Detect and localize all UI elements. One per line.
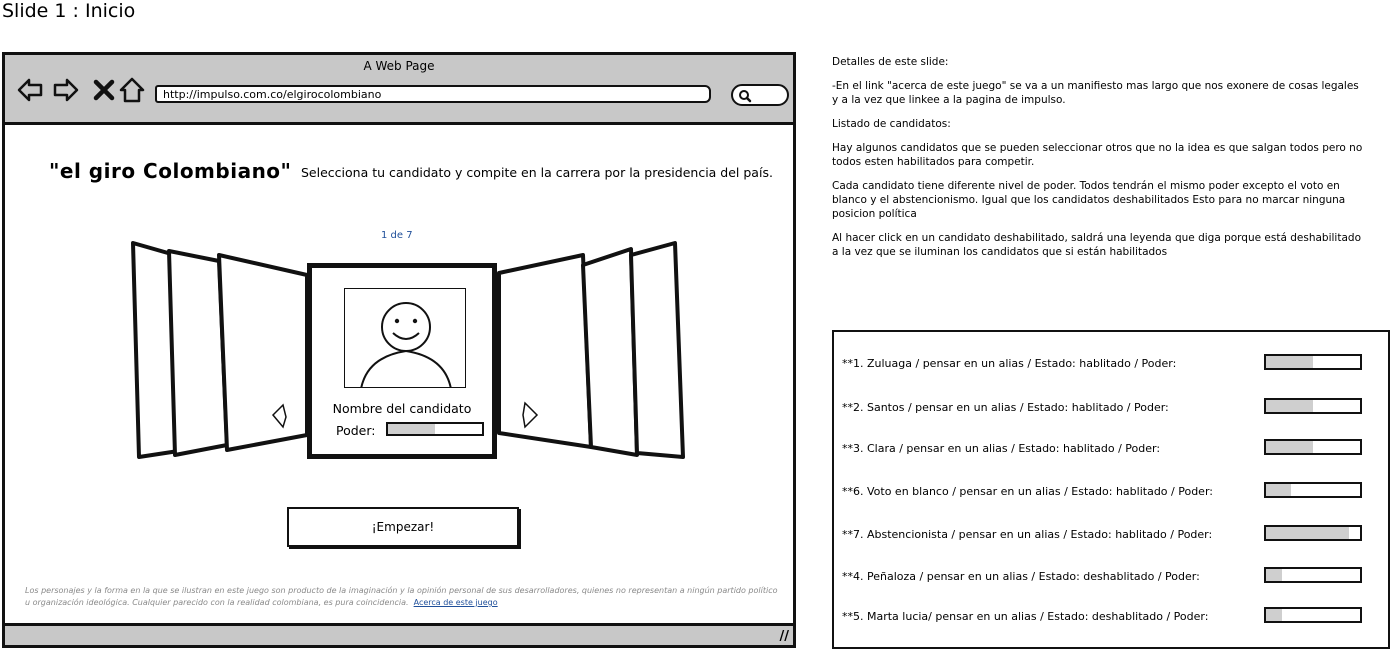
search-box[interactable]	[731, 84, 789, 106]
candidate-row-label: **6. Voto en blanco / pensar en un alias…	[842, 485, 1213, 498]
back-arrow-icon[interactable]	[17, 77, 43, 103]
candidate-poder-fill	[1266, 356, 1313, 368]
notes-heading: Detalles de este slide:	[832, 56, 949, 68]
candidate-poder-fill	[1266, 527, 1349, 539]
home-icon[interactable]	[119, 77, 145, 103]
candidate-poder-fill	[1266, 441, 1313, 453]
candidate-poder-bar	[1264, 354, 1362, 370]
url-input[interactable]: http://impulso.com.co/elgirocolombiano	[155, 85, 711, 103]
candidate-poder-bar	[1264, 525, 1362, 541]
browser-window: A Web Page http://impulso.com.co/elgiroc…	[2, 52, 796, 648]
candidate-row[interactable]: **3. Clara / pensar en un alias / Estado…	[842, 439, 1382, 459]
stop-icon[interactable]	[91, 77, 117, 103]
forward-arrow-icon[interactable]	[53, 77, 79, 103]
poder-bar	[386, 422, 484, 436]
notes-paragraph: Cada candidato tiene diferente nivel de …	[832, 180, 1346, 220]
smiley-person-icon	[360, 302, 452, 387]
carousel-card-right-2	[581, 247, 639, 457]
browser-statusbar: //	[5, 623, 793, 645]
candidate-row-label: **3. Clara / pensar en un alias / Estado…	[842, 442, 1161, 455]
candidate-row-label: **2. Santos / pensar en un alias / Estad…	[842, 401, 1169, 414]
carousel-card-right-1	[497, 253, 593, 449]
about-game-link[interactable]: Acerca de este juego	[414, 598, 498, 607]
candidate-row[interactable]: **7. Abstencionista / pensar en un alias…	[842, 525, 1382, 545]
candidate-row[interactable]: **1. Zuluaga / pensar en un alias / Esta…	[842, 354, 1382, 374]
candidate-poder-fill	[1266, 609, 1282, 621]
candidate-avatar	[344, 288, 466, 388]
candidate-poder-bar	[1264, 567, 1362, 583]
slide-notes: Detalles de este slide: -En el link "ace…	[832, 55, 1367, 269]
candidate-row-label: **7. Abstencionista / pensar en un alias…	[842, 528, 1213, 541]
game-title: "el giro Colombiano"	[49, 159, 292, 183]
selected-candidate-card[interactable]: Nombre del candidato Poder:	[307, 263, 497, 459]
candidate-poder-bar	[1264, 482, 1362, 498]
resize-grip-icon[interactable]: //	[780, 629, 790, 644]
candidate-name: Nombre del candidato	[332, 401, 472, 416]
poder-bar-fill	[388, 424, 435, 434]
candidate-row[interactable]: **2. Santos / pensar en un alias / Estad…	[842, 398, 1382, 418]
carousel-next-button[interactable]	[519, 345, 545, 375]
notes-paragraph: Al hacer click en un candidato deshabili…	[832, 232, 1361, 258]
candidate-list-panel: **1. Zuluaga / pensar en un alias / Esta…	[832, 330, 1390, 649]
candidate-poder-bar	[1264, 607, 1362, 623]
candidate-poder-fill	[1266, 400, 1313, 412]
notes-paragraph: Hay algunos candidatos que se pueden sel…	[832, 142, 1363, 168]
page-subtitle: Selecciona tu candidato y compite en la …	[301, 165, 773, 180]
candidate-poder-bar	[1264, 398, 1362, 414]
candidate-poder-bar	[1264, 439, 1362, 455]
notes-paragraph: -En el link "acerca de este juego" se va…	[832, 80, 1359, 106]
browser-titlebar: A Web Page http://impulso.com.co/elgiroc…	[5, 55, 793, 125]
candidate-row-label: **1. Zuluaga / pensar en un alias / Esta…	[842, 357, 1177, 370]
slide-title: Slide 1 : Inicio	[2, 0, 136, 22]
candidate-poder-fill	[1266, 484, 1292, 496]
carousel-prev-button[interactable]	[263, 345, 289, 375]
disclaimer: Los personajes y la forma en la que se i…	[25, 585, 785, 609]
candidate-row-label: **5. Marta lucia/ pensar en un alias / E…	[842, 610, 1209, 623]
start-button[interactable]: ¡Empezar!	[287, 507, 519, 547]
poder-label: Poder:	[336, 423, 376, 438]
notes-paragraph: Listado de candidatos:	[832, 118, 951, 130]
search-icon	[739, 90, 752, 103]
candidate-poder-fill	[1266, 569, 1282, 581]
candidate-row[interactable]: **4. Peñaloza / pensar en un alias / Est…	[842, 567, 1382, 587]
candidate-row[interactable]: **5. Marta lucia/ pensar en un alias / E…	[842, 607, 1382, 627]
disclaimer-text: Los personajes y la forma en la que se i…	[25, 586, 778, 607]
carousel-card-right-3	[629, 241, 685, 459]
candidate-row-label: **4. Peñaloza / pensar en un alias / Est…	[842, 570, 1200, 583]
candidate-row[interactable]: **6. Voto en blanco / pensar en un alias…	[842, 482, 1382, 502]
window-title: A Web Page	[363, 59, 435, 73]
